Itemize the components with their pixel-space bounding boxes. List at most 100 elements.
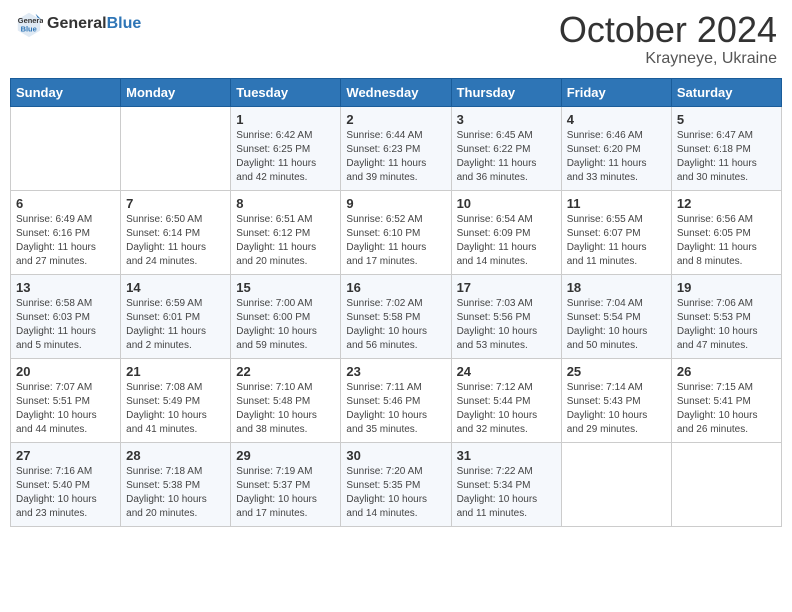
- day-number: 8: [236, 196, 335, 211]
- calendar-cell: 1Sunrise: 6:42 AM Sunset: 6:25 PM Daylig…: [231, 106, 341, 190]
- calendar-cell: [561, 442, 671, 526]
- calendar-cell: 15Sunrise: 7:00 AM Sunset: 6:00 PM Dayli…: [231, 274, 341, 358]
- day-number: 22: [236, 364, 335, 379]
- calendar-week-4: 20 Sunrise: 7:07 AM Sunset: 5:51 PM Dayli…: [11, 358, 782, 442]
- day-number: 21: [126, 364, 225, 379]
- day-info: Sunrise: 7:06 AM Sunset: 5:53 PM Dayligh…: [677, 297, 776, 353]
- day-number: 12: [677, 196, 776, 211]
- column-header-tuesday: Tuesday: [231, 78, 341, 106]
- day-number: 25: [567, 364, 666, 379]
- day-info: Sunrise: 7:19 AM Sunset: 5:37 PM Dayligh…: [236, 465, 335, 521]
- calendar-cell: 30Sunrise: 7:20 AM Sunset: 5:35 PM Dayli…: [341, 442, 451, 526]
- calendar-cell: 21 Sunrise: 7:08 AM Sunset: 5:49 PM Dayli…: [121, 358, 231, 442]
- column-header-thursday: Thursday: [451, 78, 561, 106]
- day-info: Sunrise: 6:49 AM Sunset: 6:16 PM Dayligh…: [16, 213, 115, 269]
- day-number: 16: [346, 280, 445, 295]
- month-title: October 2024: [559, 10, 777, 50]
- calendar-cell: [11, 106, 121, 190]
- calendar-cell: 9 Sunrise: 6:52 AM Sunset: 6:10 PM Daylig…: [341, 190, 451, 274]
- calendar-week-3: 13 Sunrise: 6:58 AM Sunset: 6:03 PM Dayli…: [11, 274, 782, 358]
- column-header-sunday: Sunday: [11, 78, 121, 106]
- day-info: Sunrise: 6:59 AM Sunset: 6:01 PM Dayligh…: [126, 297, 225, 353]
- day-number: 14: [126, 280, 225, 295]
- calendar-cell: 31 Sunrise: 7:22 AM Sunset: 5:34 PM Dayli…: [451, 442, 561, 526]
- calendar-cell: 20 Sunrise: 7:07 AM Sunset: 5:51 PM Dayli…: [11, 358, 121, 442]
- column-header-friday: Friday: [561, 78, 671, 106]
- day-number: 1: [236, 112, 335, 127]
- calendar-cell: 28 Sunrise: 7:18 AM Sunset: 5:38 PM Dayli…: [121, 442, 231, 526]
- day-info: Sunrise: 6:56 AM Sunset: 6:05 PM Dayligh…: [677, 213, 776, 269]
- title-block: October 2024 Krayneye, Ukraine: [559, 10, 777, 68]
- calendar-cell: 29 Sunrise: 7:19 AM Sunset: 5:37 PM Dayli…: [231, 442, 341, 526]
- day-number: 13: [16, 280, 115, 295]
- calendar-cell: 25 Sunrise: 7:14 AM Sunset: 5:43 PM Dayli…: [561, 358, 671, 442]
- day-number: 15: [236, 280, 335, 295]
- calendar-cell: 27Sunrise: 7:16 AM Sunset: 5:40 PM Dayli…: [11, 442, 121, 526]
- column-header-monday: Monday: [121, 78, 231, 106]
- calendar-cell: 4 Sunrise: 6:46 AM Sunset: 6:20 PM Daylig…: [561, 106, 671, 190]
- day-number: 17: [457, 280, 556, 295]
- day-info: Sunrise: 6:46 AM Sunset: 6:20 PM Dayligh…: [567, 129, 666, 185]
- location-subtitle: Krayneye, Ukraine: [559, 50, 777, 68]
- day-number: 29: [236, 448, 335, 463]
- calendar-cell: [121, 106, 231, 190]
- day-info: Sunrise: 7:11 AM Sunset: 5:46 PM Dayligh…: [346, 381, 445, 437]
- calendar-cell: 14 Sunrise: 6:59 AM Sunset: 6:01 PM Dayli…: [121, 274, 231, 358]
- calendar-cell: 7Sunrise: 6:50 AM Sunset: 6:14 PM Daylig…: [121, 190, 231, 274]
- day-number: 20: [16, 364, 115, 379]
- day-number: 19: [677, 280, 776, 295]
- day-number: 10: [457, 196, 556, 211]
- day-info: Sunrise: 7:22 AM Sunset: 5:34 PM Dayligh…: [457, 465, 556, 521]
- day-info: Sunrise: 7:18 AM Sunset: 5:38 PM Dayligh…: [126, 465, 225, 521]
- day-number: 18: [567, 280, 666, 295]
- logo-line1: GeneralBlue: [47, 15, 141, 33]
- day-number: 9: [346, 196, 445, 211]
- day-info: Sunrise: 6:47 AM Sunset: 6:18 PM Dayligh…: [677, 129, 776, 185]
- column-header-saturday: Saturday: [671, 78, 781, 106]
- day-info: Sunrise: 6:55 AM Sunset: 6:07 PM Dayligh…: [567, 213, 666, 269]
- day-info: Sunrise: 7:14 AM Sunset: 5:43 PM Dayligh…: [567, 381, 666, 437]
- day-info: Sunrise: 6:58 AM Sunset: 6:03 PM Dayligh…: [16, 297, 115, 353]
- column-header-wednesday: Wednesday: [341, 78, 451, 106]
- logo: General Blue GeneralBlue: [15, 10, 141, 38]
- day-info: Sunrise: 7:20 AM Sunset: 5:35 PM Dayligh…: [346, 465, 445, 521]
- day-number: 28: [126, 448, 225, 463]
- day-number: 11: [567, 196, 666, 211]
- page-header: General Blue GeneralBlue October 2024 Kr…: [10, 10, 782, 68]
- day-number: 4: [567, 112, 666, 127]
- calendar-cell: 13 Sunrise: 6:58 AM Sunset: 6:03 PM Dayli…: [11, 274, 121, 358]
- day-info: Sunrise: 7:08 AM Sunset: 5:49 PM Dayligh…: [126, 381, 225, 437]
- day-info: Sunrise: 7:03 AM Sunset: 5:56 PM Dayligh…: [457, 297, 556, 353]
- calendar-header-row: SundayMondayTuesdayWednesdayThursdayFrid…: [11, 78, 782, 106]
- calendar-table: SundayMondayTuesdayWednesdayThursdayFrid…: [10, 78, 782, 527]
- day-info: Sunrise: 6:50 AM Sunset: 6:14 PM Dayligh…: [126, 213, 225, 269]
- day-number: 3: [457, 112, 556, 127]
- day-number: 24: [457, 364, 556, 379]
- day-info: Sunrise: 6:52 AM Sunset: 6:10 PM Dayligh…: [346, 213, 445, 269]
- day-info: Sunrise: 7:02 AM Sunset: 5:58 PM Dayligh…: [346, 297, 445, 353]
- calendar-week-5: 27Sunrise: 7:16 AM Sunset: 5:40 PM Dayli…: [11, 442, 782, 526]
- calendar-cell: 18 Sunrise: 7:04 AM Sunset: 5:54 PM Dayli…: [561, 274, 671, 358]
- day-info: Sunrise: 7:04 AM Sunset: 5:54 PM Dayligh…: [567, 297, 666, 353]
- calendar-cell: 24Sunrise: 7:12 AM Sunset: 5:44 PM Dayli…: [451, 358, 561, 442]
- calendar-cell: 23 Sunrise: 7:11 AM Sunset: 5:46 PM Dayli…: [341, 358, 451, 442]
- calendar-cell: 17 Sunrise: 7:03 AM Sunset: 5:56 PM Dayli…: [451, 274, 561, 358]
- calendar-week-1: 1Sunrise: 6:42 AM Sunset: 6:25 PM Daylig…: [11, 106, 782, 190]
- logo-icon: General Blue: [15, 10, 43, 38]
- calendar-cell: 16 Sunrise: 7:02 AM Sunset: 5:58 PM Dayli…: [341, 274, 451, 358]
- day-info: Sunrise: 6:45 AM Sunset: 6:22 PM Dayligh…: [457, 129, 556, 185]
- calendar-cell: 2Sunrise: 6:44 AM Sunset: 6:23 PM Daylig…: [341, 106, 451, 190]
- day-number: 31: [457, 448, 556, 463]
- calendar-cell: 19 Sunrise: 7:06 AM Sunset: 5:53 PM Dayli…: [671, 274, 781, 358]
- calendar-cell: 8Sunrise: 6:51 AM Sunset: 6:12 PM Daylig…: [231, 190, 341, 274]
- calendar-cell: 6Sunrise: 6:49 AM Sunset: 6:16 PM Daylig…: [11, 190, 121, 274]
- day-number: 26: [677, 364, 776, 379]
- day-info: Sunrise: 7:07 AM Sunset: 5:51 PM Dayligh…: [16, 381, 115, 437]
- calendar-cell: 26Sunrise: 7:15 AM Sunset: 5:41 PM Dayli…: [671, 358, 781, 442]
- calendar-cell: [671, 442, 781, 526]
- day-info: Sunrise: 7:16 AM Sunset: 5:40 PM Dayligh…: [16, 465, 115, 521]
- day-info: Sunrise: 7:10 AM Sunset: 5:48 PM Dayligh…: [236, 381, 335, 437]
- day-number: 23: [346, 364, 445, 379]
- calendar-cell: 5Sunrise: 6:47 AM Sunset: 6:18 PM Daylig…: [671, 106, 781, 190]
- svg-text:Blue: Blue: [21, 24, 37, 33]
